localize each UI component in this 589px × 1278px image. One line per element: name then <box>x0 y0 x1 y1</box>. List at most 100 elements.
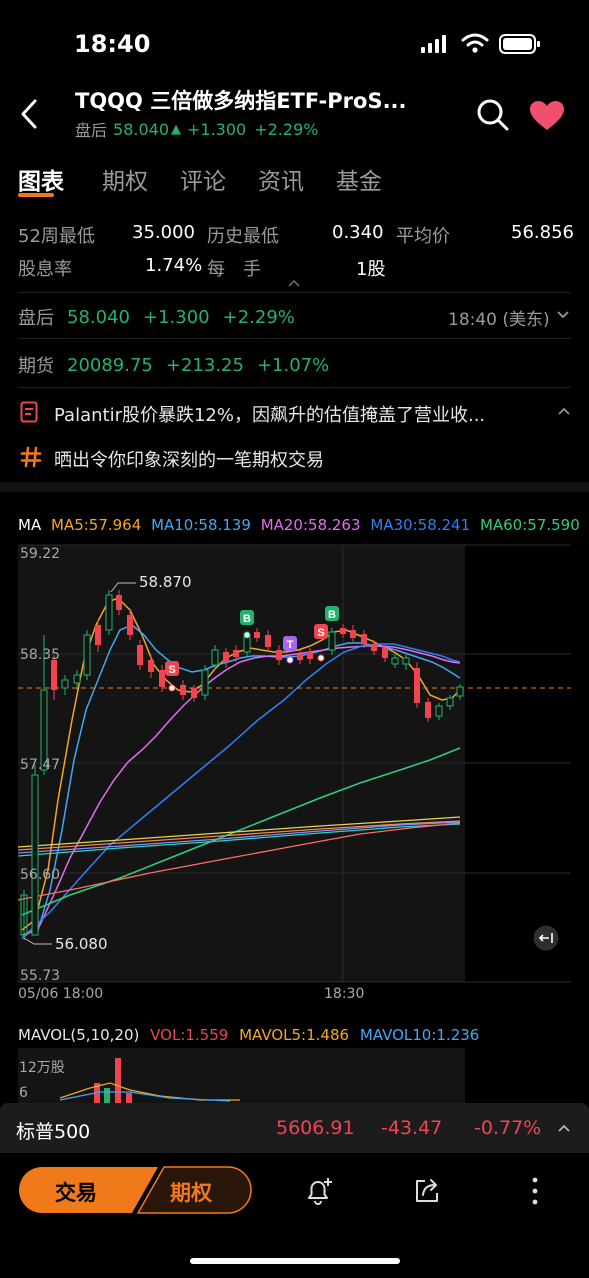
news-item[interactable]: Palantir股价暴跌12%，因飙升的估值掩盖了营业收... <box>54 401 485 427</box>
chevron-left-icon[interactable] <box>18 98 40 130</box>
session-label: 盘后 <box>75 121 108 140</box>
header-change: +1.300 <box>187 119 247 139</box>
document-icon <box>20 401 38 423</box>
status-time: 18:40 <box>74 30 151 58</box>
tab-news[interactable]: 资讯 <box>258 162 304 196</box>
svg-text:B: B <box>328 609 336 621</box>
divider <box>18 338 571 339</box>
divider <box>18 387 571 388</box>
tab-comments[interactable]: 评论 <box>180 162 226 196</box>
avg-label: 平均价 <box>396 226 450 247</box>
hist-low-label: 历史最低 <box>207 226 279 247</box>
y-tick: 56.60 <box>20 867 61 883</box>
futures-price: 20089.75 <box>67 354 153 376</box>
afterhours-price: 58.040 <box>67 306 130 328</box>
low52-label: 52周最低 <box>18 226 95 247</box>
mavol-legend[interactable]: MAVOL(5,10,20) VOL:1.559 MAVOL5:1.486 MA… <box>18 1026 485 1044</box>
futures-row[interactable]: 期货 20089.75 +213.25 +1.07% <box>18 352 329 378</box>
lot-value: 1股 <box>356 259 386 280</box>
y-tick: 58.35 <box>20 647 61 663</box>
lot-label: 每 手 <box>207 259 261 280</box>
div-label: 股息率 <box>18 259 72 280</box>
avg-value: 56.856 <box>511 222 574 243</box>
chevron-down-icon[interactable] <box>556 309 570 321</box>
index-value: 5606.91 <box>276 1117 355 1139</box>
options-button[interactable]: 期权 <box>170 1177 212 1207</box>
chevron-up-icon[interactable] <box>557 406 571 416</box>
futures-change: +213.25 <box>165 354 244 376</box>
search-icon[interactable] <box>476 98 510 132</box>
volume-bars <box>59 1058 240 1103</box>
long-ma-line-4 <box>17 823 461 857</box>
tab-underline <box>18 193 54 197</box>
tab-options[interactable]: 期权 <box>102 162 148 196</box>
vol-value: VOL:1.559 <box>150 1026 229 1044</box>
high-leader <box>110 582 136 593</box>
index-change: -43.47 <box>381 1117 443 1139</box>
candlestick-chart[interactable]: S B T S B <box>0 540 589 990</box>
div-value: 1.74% <box>145 255 203 276</box>
hist-low-value: 0.340 <box>332 222 384 243</box>
x-tick: 05/06 18:00 <box>18 986 104 1002</box>
heart-icon[interactable] <box>529 100 565 132</box>
y-tick: 59.22 <box>20 546 61 562</box>
afterhours-time: 18:40 (美东) <box>448 310 550 330</box>
index-change-pct: -0.77% <box>474 1117 542 1139</box>
ma20-line <box>21 645 461 939</box>
arrow-up-icon: ▲ <box>171 121 181 137</box>
mavol-title: MAVOL(5,10,20) <box>18 1026 140 1044</box>
index-ticker-bar[interactable]: 标普500 5606.91 -43.47 -0.77% <box>0 1103 589 1153</box>
stock-title: TQQQ 三倍做多纳指ETF-ProS... <box>75 89 407 113</box>
ma10-value: MA10:58.139 <box>151 516 251 534</box>
trade-button[interactable]: 交易 <box>55 1177 97 1207</box>
svg-text:T: T <box>287 639 294 651</box>
signal-icon <box>421 35 446 53</box>
more-vertical-icon[interactable] <box>527 1175 543 1207</box>
ma5-value: MA5:57.964 <box>50 516 142 534</box>
section-gap <box>0 482 589 492</box>
header-price: 58.040 <box>113 119 169 139</box>
y-tick: 57.47 <box>20 757 61 773</box>
reset-position-icon[interactable] <box>533 925 559 951</box>
tab-fund[interactable]: 基金 <box>336 162 382 196</box>
long-ma-line-3 <box>17 821 461 854</box>
ma30-value: MA30:58.241 <box>370 516 471 534</box>
mavol5-value: MAVOL5:1.486 <box>239 1026 350 1044</box>
high-price-label: 58.870 <box>139 573 192 591</box>
x-tick: 18:30 <box>324 986 365 1002</box>
afterhours-row[interactable]: 盘后 58.040 +1.300 +2.29% <box>18 304 295 330</box>
afterhours-change-pct: +2.29% <box>222 306 295 328</box>
low-leader <box>23 937 52 945</box>
status-bar: 18:40 <box>0 0 589 80</box>
low-price-label: 56.080 <box>55 935 108 953</box>
index-name: 标普500 <box>16 1121 91 1143</box>
ma-legend[interactable]: MA MA5:57.964 MA10:58.139 MA20:58.263 MA… <box>18 516 585 534</box>
topic-item[interactable]: 晒出令你印象深刻的一笔期权交易 <box>54 446 324 472</box>
divider <box>18 292 571 293</box>
ma20-value: MA20:58.263 <box>260 516 361 534</box>
futures-change-pct: +1.07% <box>256 354 330 376</box>
candles <box>20 590 464 940</box>
afterhours-change: +1.300 <box>142 306 210 328</box>
tab-chart[interactable]: 图表 <box>18 162 64 196</box>
afterhours-label: 盘后 <box>18 308 54 329</box>
hashtag-icon <box>20 446 42 468</box>
bell-plus-icon[interactable] <box>303 1175 335 1207</box>
share-icon[interactable] <box>411 1175 443 1207</box>
header-quote: 盘后 58.040 ▲ +1.300 +2.29% <box>75 117 318 141</box>
svg-text:B: B <box>243 613 251 625</box>
header-change-pct: +2.29% <box>254 119 319 139</box>
home-indicator <box>190 1258 400 1264</box>
ma30-line <box>21 643 461 939</box>
futures-label: 期货 <box>18 356 54 377</box>
wifi-icon <box>461 33 489 53</box>
ma60-value: MA60:57.590 <box>479 516 580 534</box>
mavol10-value: MAVOL10:1.236 <box>359 1026 480 1044</box>
svg-text:S: S <box>317 627 324 639</box>
y-tick: 55.73 <box>20 968 61 984</box>
chevron-up-icon[interactable] <box>287 278 301 288</box>
battery-icon <box>499 34 540 54</box>
trade-options-buttons <box>19 1166 252 1214</box>
chevron-up-icon[interactable] <box>557 1123 571 1133</box>
svg-text:S: S <box>168 664 175 676</box>
